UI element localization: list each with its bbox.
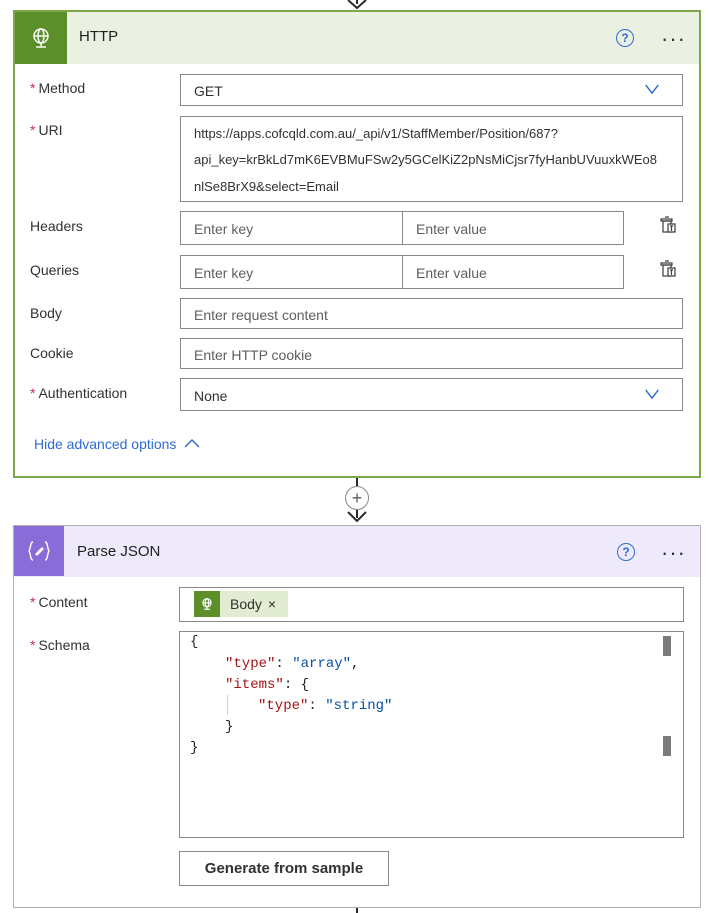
method-dropdown[interactable]: GET bbox=[180, 74, 683, 106]
body-label: Body bbox=[30, 305, 62, 321]
authentication-value: None bbox=[194, 388, 228, 404]
uri-line-2: api_key=krBkLd7mK6EVBMuFSw2y5GCelKiZ2pNs… bbox=[194, 152, 657, 167]
schema-label: * Schema bbox=[30, 637, 90, 653]
authentication-dropdown[interactable]: None bbox=[180, 378, 683, 411]
http-card-title: HTTP bbox=[79, 28, 119, 45]
more-dots-icon[interactable]: ··· bbox=[661, 28, 686, 50]
queries-key-input[interactable]: Enter key bbox=[180, 255, 403, 289]
queries-key-placeholder: Enter key bbox=[194, 265, 254, 281]
method-label: * Method bbox=[30, 80, 86, 96]
headers-key-input[interactable]: Enter key bbox=[180, 211, 403, 245]
content-label: * Content bbox=[30, 594, 88, 610]
more-dots-icon[interactable]: ··· bbox=[661, 542, 686, 564]
token-remove-icon[interactable]: × bbox=[268, 596, 276, 612]
cookie-input[interactable]: Enter HTTP cookie bbox=[180, 338, 683, 369]
scrollbar[interactable] bbox=[663, 636, 671, 656]
queries-value-placeholder: Enter value bbox=[416, 265, 487, 281]
chevron-down-icon[interactable] bbox=[642, 81, 662, 95]
dynamic-content-token[interactable]: Body × bbox=[194, 591, 288, 617]
hide-advanced-options-link[interactable]: Hide advanced options bbox=[34, 436, 176, 452]
arrow-down-icon bbox=[347, 511, 367, 523]
queries-value-input[interactable]: Enter value bbox=[402, 255, 624, 289]
braces-icon bbox=[14, 526, 64, 576]
body-input[interactable]: Enter request content bbox=[180, 298, 683, 329]
chevron-down-icon[interactable] bbox=[642, 386, 662, 400]
globe-icon bbox=[194, 591, 220, 617]
hide-advanced-label: Hide advanced options bbox=[34, 436, 177, 452]
bottom-connector-line bbox=[356, 908, 358, 913]
arrow-down-icon bbox=[347, 0, 367, 10]
headers-value-placeholder: Enter value bbox=[416, 221, 487, 237]
headers-label: Headers bbox=[30, 218, 83, 234]
schema-line-2: "type": "array", bbox=[225, 656, 360, 672]
schema-line-6: } bbox=[190, 740, 199, 756]
token-label: Body bbox=[230, 596, 262, 612]
indent-guide bbox=[227, 695, 228, 715]
parse-json-card-title: Parse JSON bbox=[77, 543, 161, 560]
body-placeholder: Enter request content bbox=[194, 307, 328, 323]
uri-field[interactable]: https://apps.cofcqld.com.au/_api/v1/Staf… bbox=[180, 116, 683, 202]
trash-icon[interactable] bbox=[659, 260, 677, 278]
globe-icon bbox=[15, 12, 67, 64]
schema-line-1: { bbox=[190, 634, 199, 650]
schema-line-5: } bbox=[225, 719, 234, 735]
queries-label: Queries bbox=[30, 262, 80, 278]
method-value: GET bbox=[194, 83, 223, 99]
uri-line-3: nlSe8BrX9&select=Email bbox=[194, 179, 339, 194]
uri-label: * URI bbox=[30, 122, 63, 138]
uri-line-1: https://apps.cofcqld.com.au/_api/v1/Staf… bbox=[194, 126, 558, 141]
http-card-header[interactable]: HTTP ? ··· bbox=[15, 12, 699, 64]
schema-line-3: "items": { bbox=[225, 677, 310, 693]
help-circle-icon[interactable]: ? bbox=[617, 543, 635, 561]
cookie-placeholder: Enter HTTP cookie bbox=[194, 347, 313, 363]
chevron-up-icon[interactable] bbox=[184, 437, 200, 449]
plus-circle-icon[interactable]: + bbox=[345, 486, 369, 510]
scrollbar-thumb[interactable] bbox=[663, 736, 671, 756]
authentication-label: * Authentication bbox=[30, 385, 128, 401]
trash-icon[interactable] bbox=[659, 216, 677, 234]
headers-key-placeholder: Enter key bbox=[194, 221, 254, 237]
headers-value-input[interactable]: Enter value bbox=[402, 211, 624, 245]
cookie-label: Cookie bbox=[30, 345, 74, 361]
generate-from-sample-button[interactable]: Generate from sample bbox=[179, 851, 389, 886]
help-circle-icon[interactable]: ? bbox=[616, 29, 634, 47]
schema-line-4: "type": "string" bbox=[258, 698, 393, 714]
parse-json-card-header[interactable]: Parse JSON ? ··· bbox=[14, 526, 700, 577]
